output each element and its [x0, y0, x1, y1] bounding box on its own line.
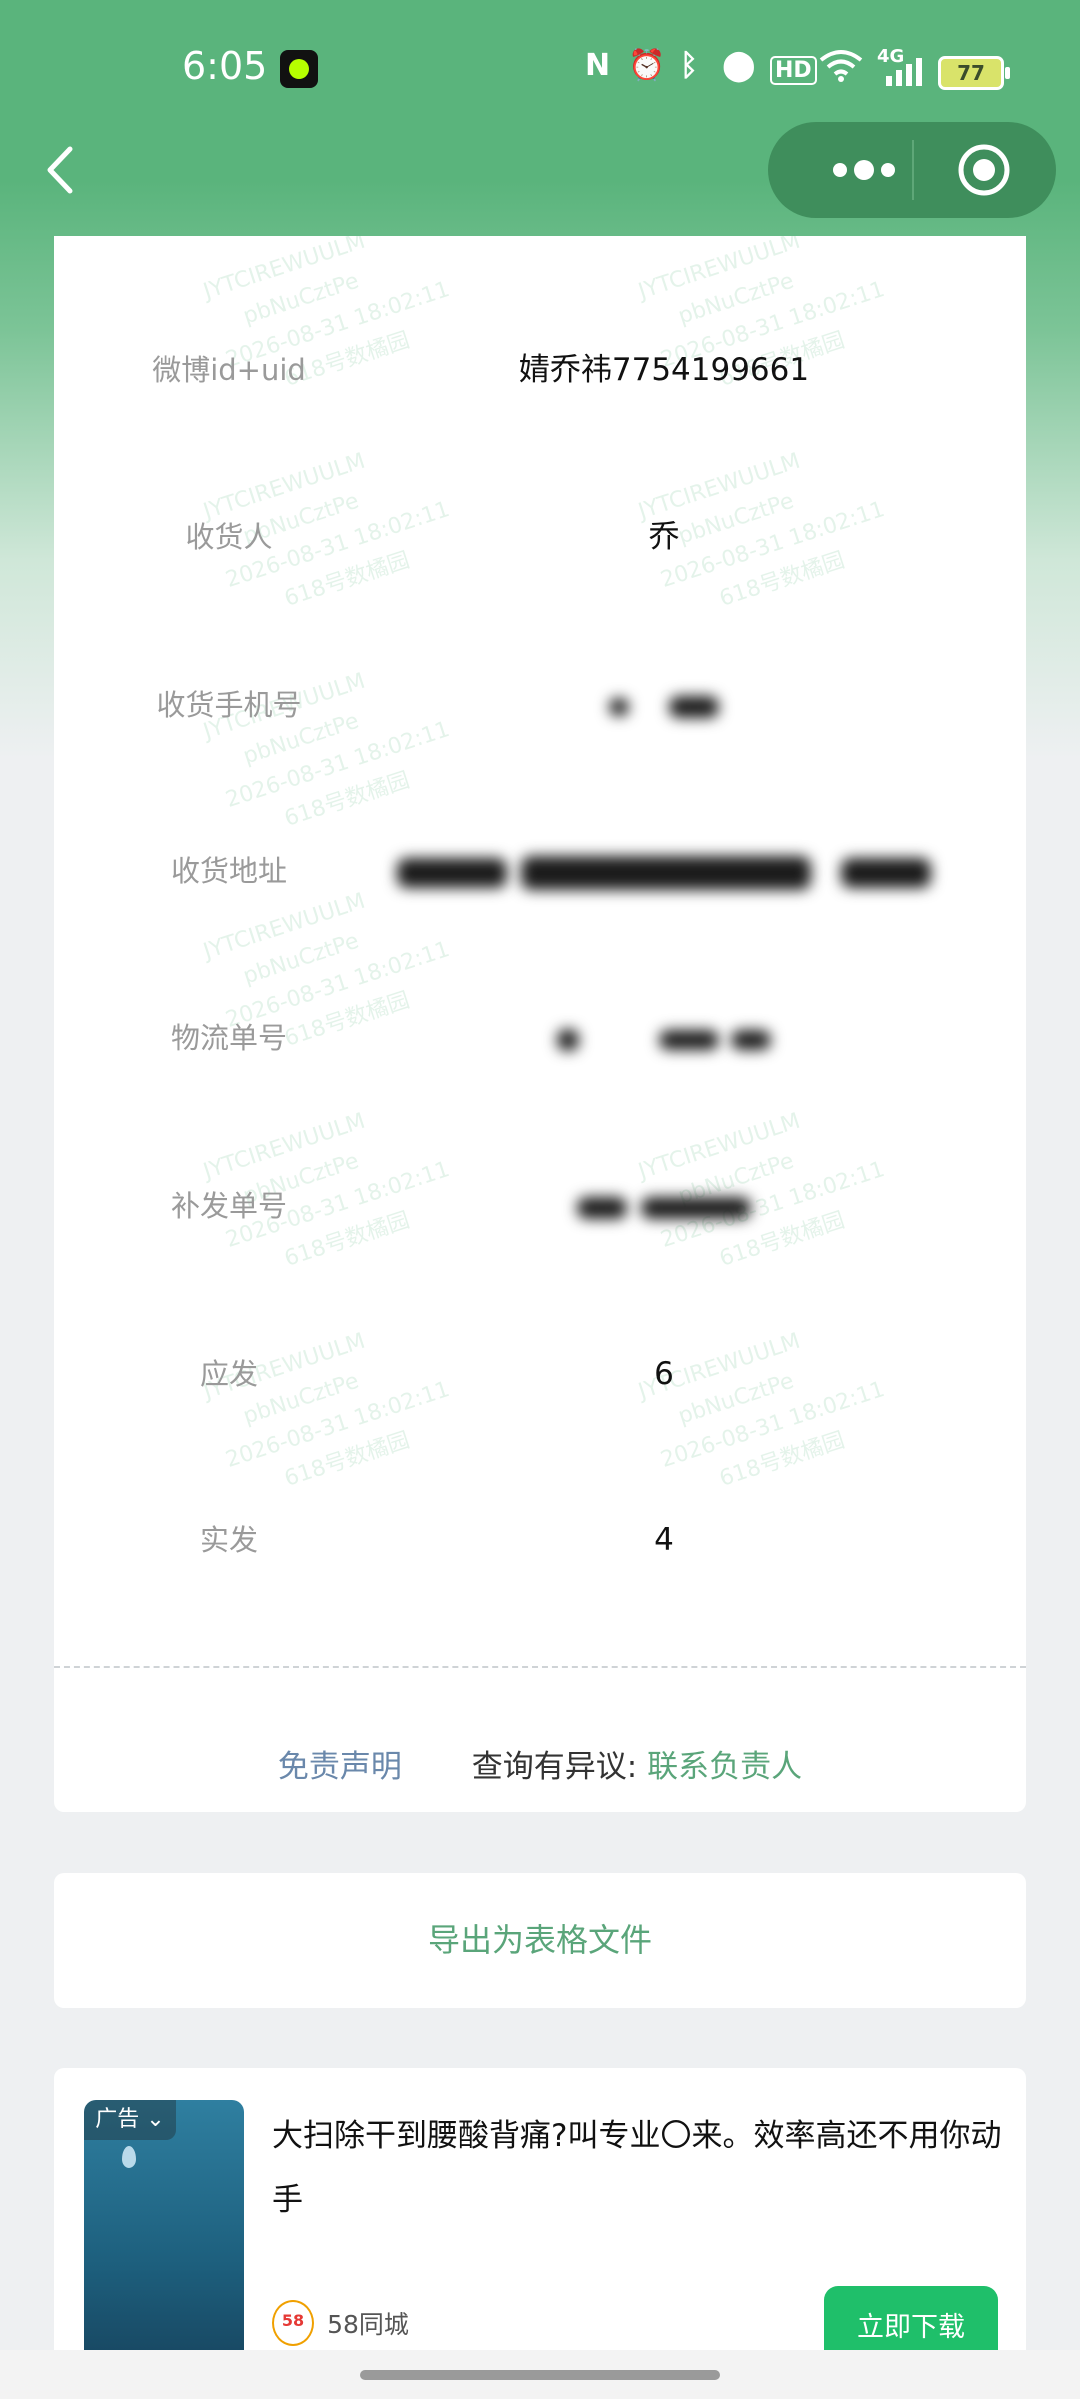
detail-label: 收货人: [185, 520, 273, 554]
more-dots-icon: [833, 160, 895, 180]
water-drop-icon: [122, 2146, 136, 2168]
detail-row-address: 收货地址: [54, 791, 1026, 951]
more-button[interactable]: [806, 122, 926, 218]
home-indicator[interactable]: [360, 2370, 720, 2380]
battery-indicator: 77: [938, 56, 1010, 90]
detail-row-weibo-id: 微博id+uid 婧乔祎7754199661: [54, 290, 1026, 450]
export-card: 导出为表格文件: [54, 1873, 1026, 2008]
detail-value-redacted: [354, 1126, 974, 1286]
export-spreadsheet-button[interactable]: 导出为表格文件: [54, 1873, 1026, 2008]
status-time: 6:05: [182, 44, 268, 88]
detail-value: 4: [654, 1522, 674, 1558]
footer-links: 免责声明 查询有异议: 联系负责人: [54, 1741, 1026, 1786]
nfc-icon: N: [585, 48, 611, 83]
detail-value: 乔: [648, 519, 680, 555]
chevron-down-icon: ⌄: [146, 2107, 165, 2132]
dispute-label: 查询有异议:: [471, 1749, 638, 1785]
chevron-left-icon: [47, 146, 73, 194]
ad-title[interactable]: 大扫除干到腰酸背痛?叫专业〇来。效率高还不用你动手: [272, 2104, 1002, 2232]
detail-value-redacted: [354, 791, 974, 951]
detail-label: 收货手机号: [156, 688, 302, 722]
brand-name: 58同城: [327, 2310, 409, 2339]
alarm-icon: ⏰: [628, 48, 666, 83]
detail-label: 实发: [199, 1523, 258, 1557]
app-notification-icon: [280, 50, 318, 88]
back-button[interactable]: [40, 145, 80, 195]
bluetooth-icon: ᛒ: [680, 48, 698, 83]
detail-row-actual-quantity: 实发 4: [54, 1460, 1026, 1620]
detail-row-due-quantity: 应发 6: [54, 1294, 1026, 1454]
detail-row-reissue-number: 补发单号: [54, 1126, 1026, 1286]
detail-label: 收货地址: [170, 854, 287, 888]
detail-label: 物流单号: [170, 1021, 287, 1055]
mini-program-capsule: [768, 122, 1056, 218]
detail-value: 婧乔祎7754199661: [518, 352, 810, 388]
wifi-icon: [818, 48, 864, 90]
signal-icon: [884, 56, 926, 94]
brand-logo-icon: 58: [272, 2300, 314, 2346]
close-mini-program-button[interactable]: [956, 142, 1012, 198]
detail-value-redacted: [354, 958, 974, 1118]
status-bar: 6:05 N ⏰ ᛒ ⬤ HD 4G 77: [0, 0, 1080, 140]
detail-row-recipient: 收货人 乔: [54, 457, 1026, 617]
target-icon: [958, 144, 1010, 196]
dashed-divider: [54, 1666, 1026, 1668]
ad-brand: 58 58同城: [272, 2300, 409, 2346]
detail-value-redacted: [354, 625, 974, 785]
detail-row-phone: 收货手机号: [54, 625, 1026, 785]
location-icon: ⬤: [722, 48, 756, 83]
detail-value: 6: [654, 1356, 674, 1392]
detail-label: 微博id+uid: [152, 353, 306, 387]
capsule-divider: [912, 140, 914, 200]
hd-icon: HD: [770, 56, 817, 85]
disclaimer-link[interactable]: 免责声明: [278, 1741, 402, 1786]
details-card: JYTCIREWUULM pbNuCztPe 2026-08-31 18:02:11…: [54, 236, 1026, 1812]
contact-manager-link[interactable]: 联系负责人: [647, 1741, 802, 1786]
detail-row-tracking-number: 物流单号: [54, 958, 1026, 1118]
ad-tag[interactable]: 广告 ⌄: [84, 2100, 176, 2140]
detail-label: 补发单号: [170, 1189, 287, 1223]
detail-label: 应发: [199, 1357, 258, 1391]
